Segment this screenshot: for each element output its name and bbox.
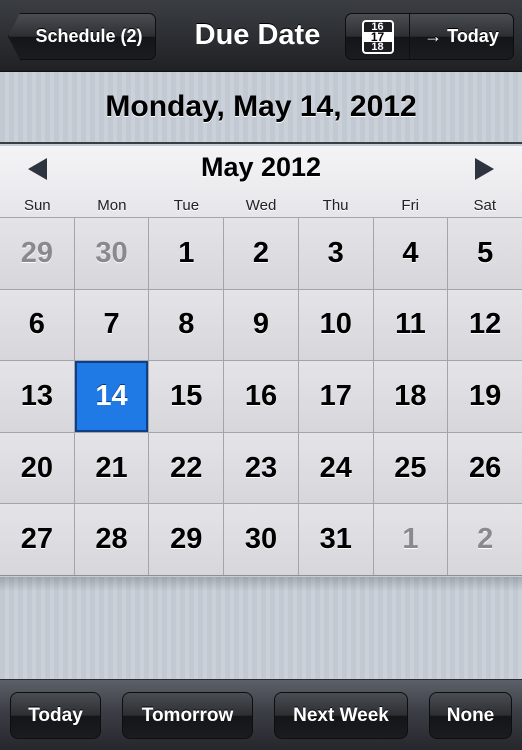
next-month-icon[interactable] xyxy=(475,158,494,180)
calendar-day[interactable]: 30 xyxy=(74,218,149,289)
weekday-label: Thu xyxy=(322,197,349,214)
calendar-day[interactable]: 15 xyxy=(149,361,224,432)
calendar-header: May 2012 Sun Mon Tue Wed Thu Fri Sat xyxy=(0,146,522,218)
background-area xyxy=(0,577,522,679)
weekday-label: Wed xyxy=(245,197,277,214)
calendar-day[interactable]: 13 xyxy=(0,361,74,432)
calendar-day[interactable]: 29 xyxy=(0,218,74,289)
calendar-day[interactable]: 2 xyxy=(448,504,522,575)
calendar-day[interactable]: 30 xyxy=(224,504,298,575)
calendar-day[interactable]: 16 xyxy=(224,361,298,432)
go-to-today-button[interactable]: → Today xyxy=(410,14,513,59)
calendar-day[interactable]: 27 xyxy=(0,504,74,575)
weekday-label: Tue xyxy=(173,197,200,214)
calendar-icon-bottom: 18 xyxy=(363,41,392,52)
month-title: May 2012 xyxy=(200,152,322,182)
calendar-day[interactable]: 21 xyxy=(74,432,149,504)
calendar-day[interactable]: 4 xyxy=(373,218,448,289)
calendar-day[interactable]: 28 xyxy=(74,504,149,575)
weekday-label: Sun xyxy=(23,197,51,214)
weekday-label: Mon xyxy=(97,197,127,214)
calendar-day[interactable]: 29 xyxy=(149,504,224,575)
calendar-picker-button[interactable]: 16 17 18 xyxy=(346,14,410,59)
navigation-bar: Schedule (2) Due Date 16 17 18 → Today xyxy=(0,0,522,72)
calendar-day[interactable]: 22 xyxy=(149,432,224,504)
calendar-day[interactable]: 11 xyxy=(373,289,448,361)
calendar-day[interactable]: 12 xyxy=(448,289,522,361)
calendar-day[interactable]: 24 xyxy=(298,432,373,504)
weekday-label: Fri xyxy=(401,197,419,214)
calendar-day[interactable]: 8 xyxy=(149,289,224,361)
none-button[interactable]: None xyxy=(429,692,512,739)
page-title: Due Date xyxy=(194,19,321,51)
calendar-day[interactable]: 18 xyxy=(373,361,448,432)
calendar-day[interactable]: 31 xyxy=(298,504,373,575)
today-button[interactable]: Today xyxy=(10,692,101,739)
calendar-day[interactable]: 19 xyxy=(448,361,522,432)
calendar-day[interactable]: 25 xyxy=(373,432,448,504)
quick-date-toolbar: Today Tomorrow Next Week None xyxy=(0,679,522,750)
next-week-button[interactable]: Next Week xyxy=(274,692,408,739)
calendar-day[interactable]: 6 xyxy=(0,289,74,361)
calendar-day[interactable]: 9 xyxy=(224,289,298,361)
calendar-day-grid: 29 30 1 2 3 4 5 6 7 8 9 10 11 12 13 14 15 16 17 18 19 20 21 22 2… xyxy=(0,218,522,576)
calendar-day[interactable]: 1 xyxy=(149,218,224,289)
tomorrow-button[interactable]: Tomorrow xyxy=(122,692,253,739)
calendar-day[interactable]: 10 xyxy=(298,289,373,361)
back-button-schedule[interactable]: Schedule (2) xyxy=(8,13,156,60)
calendar-day[interactable]: 3 xyxy=(298,218,373,289)
calendar-day[interactable]: 20 xyxy=(0,432,74,504)
calendar-day-selected[interactable]: 14 xyxy=(74,361,149,432)
calendar-day[interactable]: 7 xyxy=(74,289,149,361)
date-segmented-control: 16 17 18 → Today xyxy=(345,13,514,60)
selected-date-display: Monday, May 14, 2012 xyxy=(0,72,522,144)
calendar-day[interactable]: 1 xyxy=(373,504,448,575)
calendar-day[interactable]: 2 xyxy=(224,218,298,289)
calendar-day[interactable]: 26 xyxy=(448,432,522,504)
back-button-label: Schedule (2) xyxy=(35,26,143,46)
calendar-day[interactable]: 17 xyxy=(298,361,373,432)
calendar-day[interactable]: 5 xyxy=(448,218,522,289)
calendar-day[interactable]: 23 xyxy=(224,432,298,504)
weekday-labels: Sun Mon Tue Wed Thu Fri Sat xyxy=(0,197,522,214)
calendar-icon-mid: 17 xyxy=(370,29,385,44)
calendar-icon: 16 17 18 xyxy=(361,19,394,54)
weekday-label: Sat xyxy=(473,197,497,214)
